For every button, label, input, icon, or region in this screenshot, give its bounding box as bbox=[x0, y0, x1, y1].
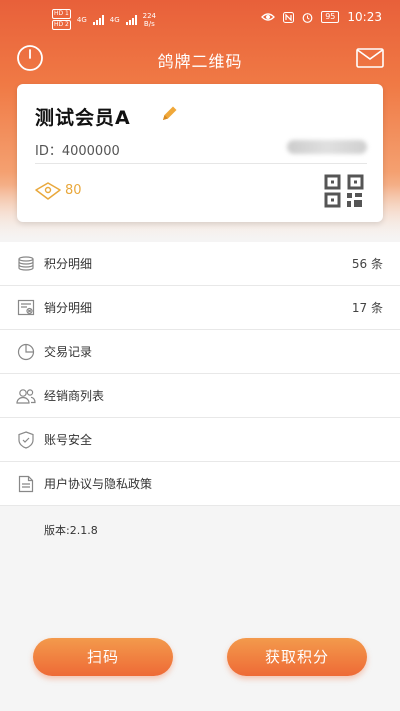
member-name: 测试会员A bbox=[35, 107, 131, 129]
menu-item-label: 用户协议与隐私政策 bbox=[44, 477, 153, 491]
messages-button[interactable] bbox=[356, 48, 384, 70]
card-divider bbox=[35, 163, 367, 164]
menu-item-agreement[interactable]: 用户协议与隐私政策 bbox=[0, 462, 400, 506]
qr-code-icon bbox=[324, 174, 364, 208]
pie-chart-icon bbox=[16, 342, 36, 362]
app-version: 版本:2.1.8 bbox=[44, 524, 98, 537]
menu-item-label: 经销商列表 bbox=[44, 389, 105, 403]
speed-value: 224 bbox=[142, 11, 157, 20]
member-card: 测试会员A ID：4000000 80 bbox=[17, 84, 383, 222]
menu-item-label: 积分明细 bbox=[44, 257, 93, 271]
menu-item-label: 账号安全 bbox=[44, 433, 93, 447]
eye-icon bbox=[261, 13, 276, 21]
users-icon bbox=[16, 386, 36, 406]
status-bar: HD 1 HD 2 4G 4G 224 B/s 95 10:23 bbox=[0, 0, 400, 34]
page-title: 鸽牌二维码 bbox=[157, 52, 243, 71]
network-speed: 224 B/s bbox=[143, 12, 156, 28]
sim2-badge: HD 2 bbox=[52, 20, 71, 30]
document-cancel-icon bbox=[16, 298, 36, 318]
network-1: 4G bbox=[76, 15, 87, 24]
menu-item-transactions[interactable]: 交易记录 bbox=[0, 330, 400, 374]
menu-item-dealers[interactable]: 经销商列表 bbox=[0, 374, 400, 418]
mail-icon bbox=[356, 48, 384, 68]
qr-code-button[interactable] bbox=[323, 173, 365, 209]
menu-item-account-security[interactable]: 账号安全 bbox=[0, 418, 400, 462]
network-2: 4G bbox=[109, 15, 120, 24]
shield-icon bbox=[16, 430, 36, 450]
nfc-icon bbox=[283, 11, 295, 23]
clock: 10:23 bbox=[347, 10, 382, 24]
menu-item-count: 56 条 bbox=[351, 257, 383, 271]
diamond-icon bbox=[35, 182, 61, 200]
speed-unit: B/s bbox=[143, 19, 155, 28]
document-icon bbox=[16, 474, 36, 494]
get-points-button[interactable]: 获取积分 bbox=[227, 638, 367, 676]
pencil-icon bbox=[163, 106, 177, 120]
battery-indicator: 95 bbox=[321, 11, 340, 23]
coins-stack-icon bbox=[16, 254, 36, 274]
scan-button[interactable]: 扫码 bbox=[33, 638, 173, 676]
alarm-icon bbox=[302, 12, 313, 23]
menu-item-label: 销分明细 bbox=[44, 301, 93, 315]
member-id: ID：4000000 bbox=[35, 144, 120, 159]
edit-name-button[interactable] bbox=[160, 103, 180, 123]
signal-1-icon bbox=[92, 14, 104, 25]
points-value: 80 bbox=[65, 183, 82, 198]
top-bar: 鸽牌二维码 bbox=[0, 38, 400, 78]
menu-item-redeem-detail[interactable]: 销分明细 17 条 bbox=[0, 286, 400, 330]
masked-phone bbox=[287, 140, 367, 154]
signal-2-icon bbox=[125, 14, 137, 25]
menu-item-points-detail[interactable]: 积分明细 56 条 bbox=[0, 242, 400, 286]
menu-item-count: 17 条 bbox=[351, 301, 383, 315]
menu-item-label: 交易记录 bbox=[44, 345, 93, 359]
sim1-badge: HD 1 bbox=[52, 9, 71, 19]
menu-list: 积分明细 56 条 销分明细 17 条 交易记录 经销商列表 账号安全 用户协议… bbox=[0, 242, 400, 506]
